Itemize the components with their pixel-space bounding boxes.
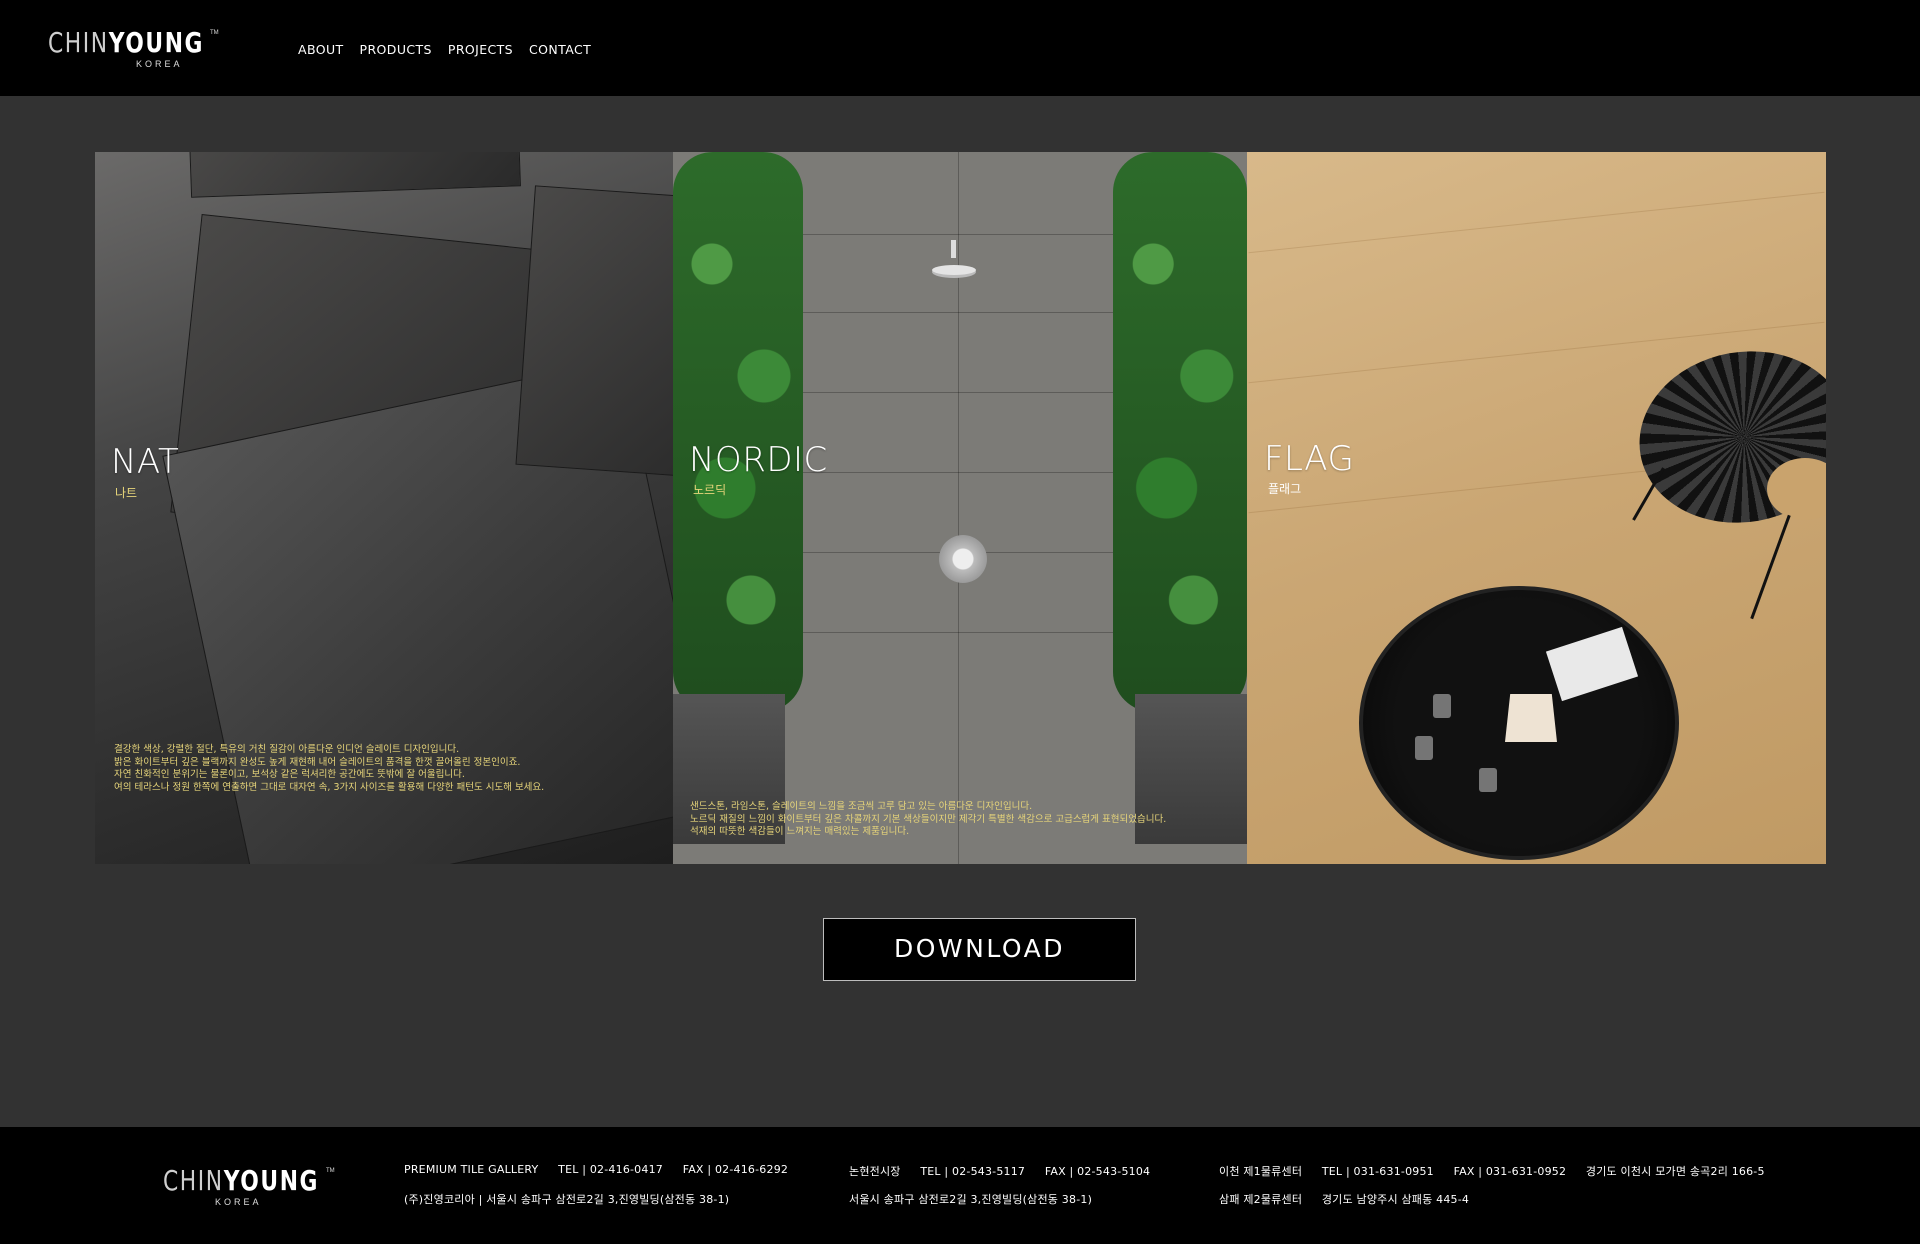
header-logo[interactable]: CHINYOUNG TM KOREA [48,26,219,70]
product-title: NAT [111,442,180,482]
product-subtitle: 나트 [115,486,138,500]
logo-subtitle: KOREA [215,1197,262,1207]
glass-cup-image [1415,736,1433,760]
tile-joint [1248,191,1825,254]
shower-head-icon [932,240,976,278]
product-subtitle: 노르딕 [693,483,727,497]
footer-text: 삼패 제2물류센터 [1219,1193,1303,1206]
footer-fax: FAX | 02-416-6292 [682,1163,789,1176]
download-button[interactable]: DOWNLOAD [823,918,1136,981]
product-subtitle: 플래그 [1268,482,1302,496]
footer-company-address: (주)진영코리아 | 서울시 송파구 삼전로2길 3,진영빌딩(삼전동 38-1… [404,1191,745,1207]
logo-trademark: TM [210,30,219,36]
glass-cup-image [1479,768,1497,792]
footer-gallery-contact: PREMIUM TILE GALLERY TEL | 02-416-0417 F… [404,1163,804,1176]
shower-valve-icon [939,535,987,583]
logo-wordmark: CHINYOUNG [48,26,205,59]
footer-logo[interactable]: CHINYOUNG TM KOREA [163,1164,335,1208]
nav-products[interactable]: PRODUCTS [360,42,432,57]
slate-slab-image [189,152,521,198]
footer-address: 서울시 송파구 삼전로2길 3,진영빌딩(삼전동 38-1) [849,1193,1093,1206]
plants-right-image [1113,152,1247,712]
logo-wordmark: CHINYOUNG [163,1164,320,1197]
nav-contact[interactable]: CONTACT [529,42,591,57]
product-panel-flag[interactable]: FLAG 플래그 [1247,152,1826,864]
footer-fax: FAX | 031-631-0952 [1453,1165,1567,1178]
product-panel-nordic[interactable]: NORDIC 노르딕 샌드스톤, 라임스톤, 슬레이트의 느낌을 조금씩 고루 … [673,152,1247,864]
chair-leg [1750,514,1791,620]
footer-showroom-address: 서울시 송파구 삼전로2길 3,진영빌딩(삼전동 38-1) [849,1191,1108,1207]
product-panel-nat[interactable]: NAT 나트 결강한 색상, 강렬한 절단, 특유의 거친 질감이 아름다운 인… [95,152,673,864]
footer-fax: FAX | 02-543-5104 [1044,1165,1151,1178]
footer-address: (주)진영코리아 | 서울시 송파구 삼전로2길 3,진영빌딩(삼전동 38-1… [404,1193,730,1206]
slate-slab-image [515,185,673,479]
footer-address: 경기도 남양주시 삼패동 445-4 [1321,1193,1470,1206]
nav-projects[interactable]: PROJECTS [448,42,513,57]
product-description: 샌드스톤, 라임스톤, 슬레이트의 느낌을 조금씩 고루 담고 있는 아름다운 … [690,801,1167,837]
glass-cup-image [1433,694,1451,718]
site-footer: CHINYOUNG TM KOREA PREMIUM TILE GALLERY … [0,1127,1920,1244]
product-title: NORDIC [689,440,828,480]
product-description: 결강한 색상, 강렬한 절단, 특유의 거친 질감이 아름다운 인디언 슬레이트… [114,744,545,793]
footer-text: PREMIUM TILE GALLERY [404,1163,539,1176]
product-title: FLAG [1264,439,1355,479]
footer-logistics1-contact: 이천 제1물류센터 TEL | 031-631-0951 FAX | 031-6… [1219,1163,1781,1179]
footer-phone: TEL | 02-543-5117 [920,1165,1026,1178]
footer-logistics2-address: 삼패 제2물류센터 경기도 남양주시 삼패동 445-4 [1219,1191,1485,1207]
footer-phone: TEL | 02-416-0417 [558,1163,663,1176]
main-nav: ABOUT PRODUCTS PROJECTS CONTACT [298,42,591,57]
footer-phone: TEL | 031-631-0951 [1321,1165,1434,1178]
footer-text: 이천 제1물류센터 [1219,1165,1303,1178]
logo-trademark: TM [326,1168,335,1174]
footer-address: 경기도 이천시 모가면 송곡2리 166-5 [1585,1165,1765,1178]
nav-about[interactable]: ABOUT [298,42,344,57]
plants-left-image [673,152,803,712]
logo-subtitle: KOREA [136,59,183,69]
site-header: CHINYOUNG TM KOREA ABOUT PRODUCTS PROJEC… [0,0,1920,96]
footer-text: 논현전시장 [849,1165,901,1178]
ceramic-jug-image [1505,694,1557,742]
product-gallery: NAT 나트 결강한 색상, 강렬한 절단, 특유의 거친 질감이 아름다운 인… [95,152,1826,864]
footer-showroom-contact: 논현전시장 TEL | 02-543-5117 FAX | 02-543-510… [849,1163,1166,1179]
